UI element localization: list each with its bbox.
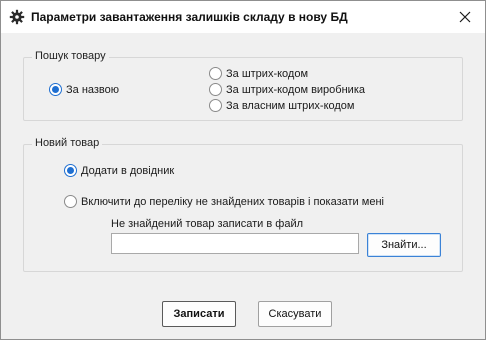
window-title: Параметри завантаження залишків складу в… xyxy=(31,10,348,24)
browse-button[interactable]: Знайти... xyxy=(367,233,441,257)
dialog-window: Параметри завантаження залишків складу в… xyxy=(0,0,486,340)
radio-label: За штрих-кодом виробника xyxy=(226,83,365,96)
file-path-label: Не знайдений товар записати в файл xyxy=(111,218,304,230)
radio-label: За штрих-кодом xyxy=(226,67,309,80)
close-button[interactable] xyxy=(451,5,479,29)
radio-label: За назвою xyxy=(66,83,120,96)
radio-indicator xyxy=(209,83,222,96)
search-group-legend: Пошук товару xyxy=(32,50,109,62)
title-bar[interactable]: Параметри завантаження залишків складу в… xyxy=(1,1,485,33)
file-path-input[interactable] xyxy=(111,233,359,254)
gear-icon xyxy=(9,9,25,25)
radio-label: Додати в довідник xyxy=(81,164,175,177)
new-item-group-legend: Новий товар xyxy=(32,137,103,149)
radio-indicator xyxy=(209,67,222,80)
radio-indicator xyxy=(64,164,77,177)
cancel-button[interactable]: Скасувати xyxy=(258,301,332,327)
close-icon xyxy=(459,11,471,23)
radio-label: За власним штрих-кодом xyxy=(226,99,355,112)
radio-search-by-name[interactable]: За назвою xyxy=(49,83,119,96)
radio-indicator xyxy=(49,83,62,96)
radio-add-to-directory[interactable]: Додати в довідник xyxy=(64,164,174,177)
radio-search-by-manufacturer-barcode[interactable]: За штрих-кодом виробника xyxy=(209,83,365,96)
radio-indicator xyxy=(209,99,222,112)
radio-search-by-own-barcode[interactable]: За власним штрих-кодом xyxy=(209,99,354,112)
radio-indicator xyxy=(64,195,77,208)
radio-search-by-barcode[interactable]: За штрих-кодом xyxy=(209,67,308,80)
save-button[interactable]: Записати xyxy=(162,301,236,327)
radio-label: Включити до переліку не знайдених товарі… xyxy=(81,195,384,208)
radio-include-not-found[interactable]: Включити до переліку не знайдених товарі… xyxy=(64,195,384,208)
